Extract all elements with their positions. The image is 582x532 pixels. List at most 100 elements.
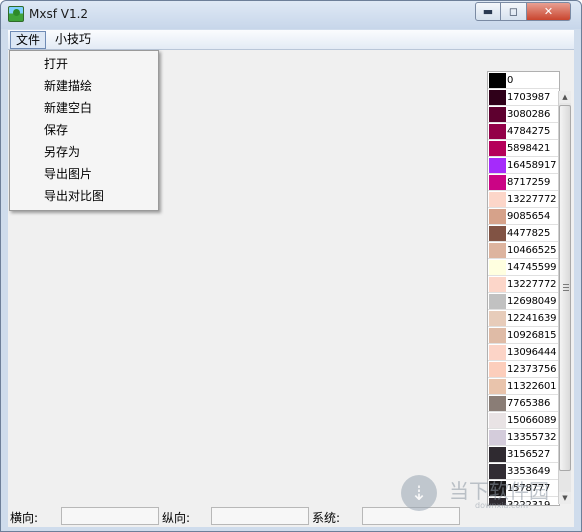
color-swatch [489,192,506,207]
color-swatch [489,311,506,326]
color-value: 3080286 [507,109,551,120]
palette-row[interactable]: 9085654 [488,208,559,225]
grip-line [563,290,569,291]
color-value: 13227772 [507,194,557,205]
palette-row[interactable]: 3080286 [488,106,559,123]
download-icon: ⇣ [401,475,437,511]
palette-row[interactable]: 1703987 [488,89,559,106]
color-value: 11322601 [507,381,557,392]
palette-row[interactable]: 13227772 [488,276,559,293]
color-swatch [489,277,506,292]
palette-row[interactable]: 14745599 [488,259,559,276]
palette-row[interactable]: 0 [488,72,559,89]
color-swatch [489,141,506,156]
file-menu-item[interactable]: 打开 [10,53,158,75]
palette-row[interactable]: 13096444 [488,344,559,361]
color-swatch [489,260,506,275]
color-value: 16458917 [507,160,557,171]
horizontal-label: 横向: [10,511,39,525]
file-menu-item[interactable]: 导出对比图 [10,185,158,207]
maximize-icon: ◻ [508,5,519,18]
color-swatch [489,362,506,377]
color-value: 4784275 [507,126,551,137]
vertical-label: 纵向: [162,511,191,525]
color-swatch [489,396,506,411]
color-swatch [489,209,506,224]
color-swatch [489,294,506,309]
color-value: 1703987 [507,92,551,103]
color-value: 12373756 [507,364,557,375]
color-palette-list[interactable]: 0 1703987 3080286 4784275 5898421 16458917 871… [487,71,560,506]
palette-row[interactable]: 13355732 [488,429,559,446]
color-value: 4477825 [507,228,551,239]
color-swatch [489,379,506,394]
palette-row[interactable]: 12241639 [488,310,559,327]
color-swatch [489,124,506,139]
minimize-button[interactable]: ▬ [475,2,501,21]
palette-row[interactable]: 12698049 [488,293,559,310]
color-swatch [489,158,506,173]
color-value: 5898421 [507,143,551,154]
file-menu-item[interactable]: 保存 [10,119,158,141]
window-title: Mxsf V1.2 [29,7,89,21]
scroll-thumb[interactable] [559,105,571,471]
color-swatch [489,90,506,105]
color-value: 8717259 [507,177,551,188]
color-value: 13355732 [507,432,557,443]
app-icon [8,6,24,22]
maximize-button[interactable]: ◻ [501,2,527,21]
palette-row[interactable]: 13227772 [488,191,559,208]
palette-row[interactable]: 7765386 [488,395,559,412]
color-value: 10926815 [507,330,557,341]
grip-line [563,284,569,285]
color-value: 12698049 [507,296,557,307]
color-value: 0 [507,75,514,86]
menu-tips[interactable]: 小技巧 [50,31,96,49]
palette-row[interactable]: 8717259 [488,174,559,191]
color-value: 13096444 [507,347,557,358]
vertical-field [211,507,309,525]
palette-row[interactable]: 10466525 [488,242,559,259]
scroll-up-button[interactable]: ▲ [559,91,571,103]
palette-row[interactable]: 4784275 [488,123,559,140]
color-swatch [489,226,506,241]
watermark: ⇣ 当下软件园 downxia.com [401,473,576,513]
close-icon: ✕ [543,5,554,18]
title-bar[interactable]: Mxsf V1.2 ▬ ◻ ✕ [1,1,581,29]
palette-row[interactable]: 16458917 [488,157,559,174]
palette-row[interactable]: 15066089 [488,412,559,429]
color-value: 9085654 [507,211,551,222]
file-menu-item[interactable]: 导出图片 [10,163,158,185]
file-menu-dropdown: 打开 新建描绘 新建空白 保存 另存为 导出图片 导出对比图 [9,50,159,211]
color-swatch [489,447,506,462]
color-swatch [489,107,506,122]
grip-line [563,287,569,288]
palette-scrollbar[interactable]: ▲ ▼ [558,91,571,504]
color-value: 14745599 [507,262,557,273]
color-swatch [489,345,506,360]
palette-row[interactable]: 10926815 [488,327,559,344]
watermark-text: 当下软件园 [449,479,549,503]
horizontal-field [61,507,159,525]
file-menu-item[interactable]: 新建描绘 [10,75,158,97]
color-value: 7765386 [507,398,551,409]
color-value: 3156527 [507,449,551,460]
app-window: Mxsf V1.2 ▬ ◻ ✕ 文件 小技巧 0 1703987 3080286 47… [0,0,582,532]
close-button[interactable]: ✕ [527,2,571,21]
palette-row[interactable]: 4477825 [488,225,559,242]
menu-bar: 文件 小技巧 [8,30,574,50]
color-value: 15066089 [507,415,557,426]
color-value: 13227772 [507,279,557,290]
color-swatch [489,430,506,445]
file-menu-item[interactable]: 另存为 [10,141,158,163]
palette-row[interactable]: 5898421 [488,140,559,157]
color-swatch [489,413,506,428]
file-menu-item[interactable]: 新建空白 [10,97,158,119]
color-value: 10466525 [507,245,557,256]
palette-row[interactable]: 11322601 [488,378,559,395]
minimize-icon: ▬ [482,5,494,18]
palette-row[interactable]: 12373756 [488,361,559,378]
color-swatch [489,73,506,88]
palette-row[interactable]: 3156527 [488,446,559,463]
menu-file[interactable]: 文件 [10,31,47,49]
